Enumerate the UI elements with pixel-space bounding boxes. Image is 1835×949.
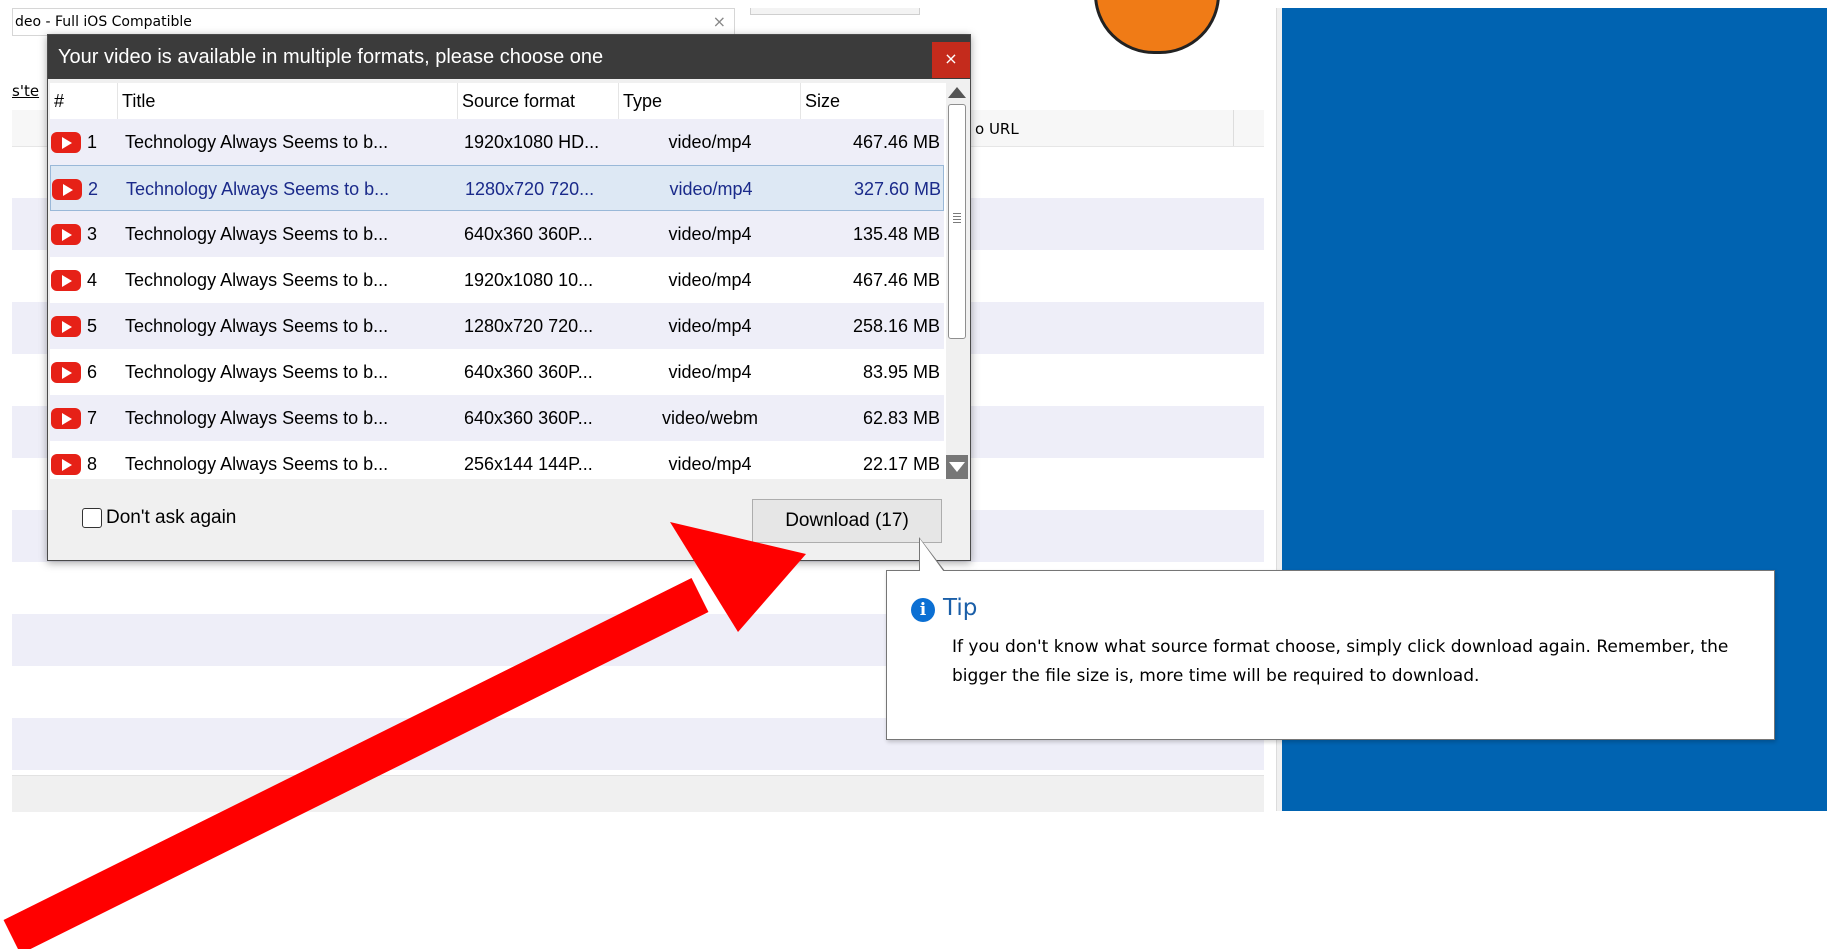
arrow-shaft bbox=[3, 577, 709, 949]
annotation-arrow-icon bbox=[3, 522, 806, 949]
